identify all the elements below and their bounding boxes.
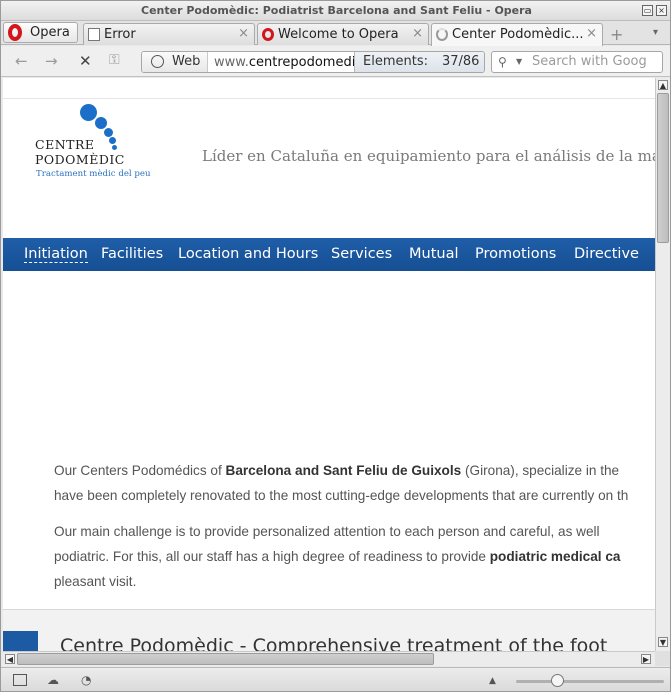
menu-item-directive[interactable]: Directive	[574, 246, 639, 262]
title-bar: Center Podomèdic: Podiatrist Barcelona a…	[1, 1, 670, 21]
search-placeholder: Search with Goog	[532, 54, 647, 69]
challenge-line-2: podiatric. For this, all our staff has a…	[54, 544, 655, 569]
tab-menu-icon[interactable]: ▾	[653, 27, 658, 38]
intro-line-2: have been completely renovated to the mo…	[54, 488, 629, 503]
close-window-button[interactable]: ×	[656, 5, 667, 16]
challenge-text: podiatric. For this, all our staff has a…	[54, 549, 490, 564]
menu-item-initiation[interactable]: Initiation	[24, 246, 88, 263]
intro-text: Our Centers Podomédics of	[54, 463, 226, 478]
forward-arrow-icon[interactable]: →	[45, 52, 58, 70]
scrollbar-corner	[655, 651, 670, 666]
vertical-scroll-thumb[interactable]	[657, 93, 669, 243]
search-icon[interactable]: ⚲	[498, 55, 507, 69]
window-title: Center Podomèdic: Podiatrist Barcelona a…	[141, 4, 532, 17]
site-logo[interactable]: CENTRE PODOMÈDIC Tractament mèdic del pe…	[35, 102, 155, 202]
address-bar[interactable]: Web www.centrepodomedic Elements: 37/86	[141, 51, 485, 73]
menu-item-services[interactable]: Services	[331, 246, 392, 262]
challenge-line-3: pleasant visit.	[54, 574, 137, 589]
menu-item-facilities[interactable]: Facilities	[101, 246, 163, 262]
opera-menu-button[interactable]: Opera	[3, 22, 78, 43]
loading-icon	[436, 28, 448, 41]
tab-welcome[interactable]: Welcome to Opera ×	[257, 23, 429, 45]
menu-item-mutual[interactable]: Mutual	[409, 246, 459, 262]
status-bar: ☁ ◔ ▲	[1, 667, 670, 691]
challenge-paragraph: Our main challenge is to provide persona…	[54, 519, 655, 594]
intro-line-1: Our Centers Podomédics of Barcelona and …	[54, 458, 655, 483]
close-tab-icon[interactable]: ×	[586, 26, 597, 41]
logo-line-1: CENTRE	[35, 137, 95, 152]
close-tab-icon[interactable]: ×	[412, 26, 423, 41]
site-main-menu: Initiation Facilities Location and Hours…	[3, 238, 655, 271]
turbo-speed-icon[interactable]: ◔	[81, 673, 91, 687]
scroll-down-icon[interactable]: ▼	[658, 637, 668, 647]
zoom-menu-icon[interactable]: ▲	[489, 676, 496, 686]
top-divider	[3, 98, 655, 99]
new-tab-icon[interactable]: +	[610, 25, 623, 44]
logo-dot	[109, 137, 116, 144]
challenge-line-1: Our main challenge is to provide persona…	[54, 524, 600, 539]
scroll-left-icon[interactable]: ◀	[5, 654, 15, 664]
stop-icon[interactable]: ✕	[79, 52, 92, 70]
banner-area	[3, 271, 655, 451]
url-text[interactable]: www.centrepodomedic	[214, 55, 356, 70]
minimize-button[interactable]: ▭	[642, 5, 653, 16]
opera-logo-icon	[8, 24, 22, 41]
section-heading: Centre Podomèdic - Comprehensive treatme…	[60, 635, 608, 651]
globe-icon	[151, 55, 164, 68]
scroll-right-icon[interactable]: ▶	[641, 654, 651, 664]
logo-dot	[95, 117, 107, 129]
tab-label: Center Podomèdic...	[452, 27, 584, 42]
search-field[interactable]: ⚲ ▼ Search with Goog	[491, 51, 663, 73]
url-host: centrepodomedic	[248, 55, 356, 70]
zoom-slider-track[interactable]	[516, 680, 664, 683]
logo-line-2: PODOMÈDIC	[35, 152, 125, 167]
browser-window: Center Podomèdic: Podiatrist Barcelona a…	[0, 0, 671, 692]
key-icon[interactable]: ⚿	[109, 52, 120, 68]
horizontal-scrollbar[interactable]: ◀ ▶	[3, 651, 655, 666]
web-label: Web	[172, 54, 201, 69]
logo-dot	[112, 145, 117, 150]
menu-item-location-hours[interactable]: Location and Hours	[178, 246, 318, 262]
page-icon	[88, 28, 100, 41]
scroll-up-icon[interactable]: ▲	[658, 80, 668, 90]
logo-crescent-icon	[83, 177, 107, 200]
section-accent-strip	[3, 631, 38, 651]
navigation-bar: ← → ✕ ⚿ Web www.centrepodomedic Elements…	[1, 46, 670, 77]
opera-icon	[262, 28, 274, 41]
opera-menu-label: Opera	[30, 25, 70, 40]
elements-label: Elements:	[363, 54, 428, 69]
panel-toggle-icon[interactable]	[13, 674, 27, 686]
elements-counter: Elements: 37/86	[354, 52, 484, 72]
challenge-bold: podiatric medical ca	[489, 549, 621, 564]
logo-dot	[80, 104, 97, 121]
tab-label: Welcome to Opera	[278, 27, 399, 42]
intro-text: (Girona), specialize in the	[461, 463, 620, 478]
page-viewport: CENTRE PODOMÈDIC Tractament mèdic del pe…	[3, 78, 655, 651]
url-prefix: www.	[214, 55, 249, 70]
tab-label: Error	[104, 27, 136, 42]
back-arrow-icon[interactable]: ←	[15, 52, 28, 70]
elements-count: 37/86	[441, 54, 480, 69]
intro-paragraph: Our Centers Podomédics of Barcelona and …	[54, 458, 655, 508]
intro-bold-location: Barcelona and Sant Feliu de Guixols	[225, 463, 462, 478]
logo-dot	[104, 128, 113, 137]
opera-unite-cloud-icon[interactable]: ☁	[47, 673, 59, 687]
zoom-slider-knob[interactable]	[551, 674, 564, 687]
tab-error[interactable]: Error ×	[83, 23, 255, 45]
search-engine-dropdown-icon[interactable]: ▼	[516, 57, 522, 66]
header-slogan: Líder en Cataluña en equipamiento para e…	[202, 147, 655, 165]
vertical-scrollbar[interactable]: ▲ ▼	[655, 78, 670, 651]
tab-center-podomedic[interactable]: Center Podomèdic... ×	[431, 23, 603, 46]
menu-item-promotions[interactable]: Promotions	[475, 246, 556, 262]
horizontal-scroll-thumb[interactable]	[17, 653, 434, 665]
tab-bar: Opera Error × Welcome to Opera × Center …	[1, 21, 670, 46]
close-tab-icon[interactable]: ×	[238, 26, 249, 41]
web-site-info-button[interactable]: Web	[142, 52, 208, 72]
